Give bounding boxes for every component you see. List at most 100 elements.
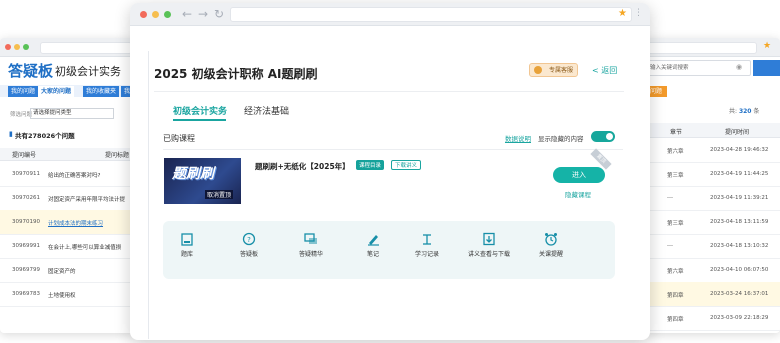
page-title: 2025 初级会计职称 AI题刷刷 bbox=[154, 67, 318, 81]
tab-my-questions[interactable]: 我的问题 bbox=[8, 86, 39, 97]
active-tab-underline bbox=[173, 119, 226, 121]
record-icon bbox=[423, 234, 431, 245]
divider bbox=[154, 91, 624, 92]
address-bar[interactable] bbox=[40, 42, 132, 54]
chat-icon bbox=[304, 233, 317, 244]
question-id: 30969799 bbox=[12, 267, 40, 273]
question-type-select[interactable]: 请选择提问类型 bbox=[30, 108, 114, 119]
tab-accounting-practice[interactable]: 初级会计实务 bbox=[173, 104, 227, 117]
time-cell: 2023-04-19 11:39:21 bbox=[710, 195, 769, 201]
brand-logo: 答疑板 bbox=[8, 62, 54, 80]
left-browser-bar bbox=[0, 38, 135, 57]
right-window: ★ 输入关键词搜索 ◉ 问题 共: 320 条 章节 提问时间 第六章 2023-… bbox=[645, 38, 780, 333]
chapter-cell: --- bbox=[667, 195, 673, 201]
address-bar[interactable] bbox=[230, 7, 632, 22]
camera-icon[interactable]: ◉ bbox=[736, 63, 742, 71]
table-row[interactable]: 30969783 土地使用权 bbox=[0, 282, 135, 307]
tab-favorites[interactable]: 我的收藏夹 bbox=[83, 86, 120, 97]
table-row[interactable]: 第四章 2023-03-09 22:18:29 bbox=[645, 306, 780, 331]
question-icon: ? bbox=[242, 232, 256, 246]
data-note-link[interactable]: 数据说明 bbox=[505, 133, 531, 143]
tool-chat[interactable]: 答疑精华 bbox=[281, 232, 341, 258]
time-cell: 2023-04-18 13:11:59 bbox=[710, 219, 769, 225]
course-title: 初级会计实务 bbox=[55, 65, 121, 78]
question-title[interactable]: 在会计上,哪些可以算业减值损 bbox=[48, 243, 121, 251]
chapter-cell: 第四章 bbox=[667, 293, 684, 299]
question-title[interactable]: 给出的正确答案对吗? bbox=[48, 171, 100, 179]
tool-book[interactable]: 题库 bbox=[157, 232, 217, 258]
time-cell: 2023-04-19 11:44:25 bbox=[710, 171, 769, 177]
time-cell: 2023-04-28 19:46:32 bbox=[710, 147, 769, 153]
table-row[interactable]: 30969799 固定资产的 bbox=[0, 258, 135, 283]
table-row[interactable]: 第四章 2023-03-24 16:37:01 bbox=[645, 282, 780, 307]
tool-pen[interactable]: 笔记 bbox=[343, 232, 403, 258]
tool-question[interactable]: ? 答疑板 bbox=[219, 232, 279, 258]
menu-dots-icon[interactable]: ⋮ bbox=[634, 8, 643, 18]
enter-course-button[interactable]: 进入 bbox=[553, 167, 605, 183]
alarm-icon bbox=[545, 233, 557, 246]
address-bar[interactable] bbox=[645, 42, 757, 54]
table-row[interactable]: 30970261 对固定资产采用年限平均法计提 bbox=[0, 186, 135, 211]
table-row[interactable]: --- 2023-04-19 11:39:21 bbox=[645, 186, 780, 211]
close-dot[interactable] bbox=[140, 11, 147, 18]
chapter-cell: --- bbox=[667, 243, 673, 249]
question-id: 30969783 bbox=[12, 291, 40, 297]
right-browser-bar: ★ bbox=[645, 38, 780, 57]
col-ask-time: 提问时间 bbox=[725, 129, 750, 136]
table-row[interactable]: 第六章 2023-04-10 06:07:50 bbox=[645, 258, 780, 283]
pen-icon bbox=[368, 235, 379, 246]
total-count: 共: 320 条 bbox=[729, 108, 760, 115]
question-title[interactable]: 土地使用权 bbox=[48, 291, 76, 299]
chapter-cell: 第四章 bbox=[667, 317, 684, 323]
bookmark-star-icon[interactable]: ★ bbox=[618, 8, 627, 19]
table-row[interactable]: 第三章 2023-04-18 13:11:59 bbox=[645, 210, 780, 235]
chapter-cell: 第六章 bbox=[667, 149, 684, 155]
tab-economic-law[interactable]: 经济法基础 bbox=[244, 104, 289, 117]
minimize-dot[interactable] bbox=[152, 11, 159, 18]
show-hidden-toggle[interactable] bbox=[591, 131, 615, 142]
table-row[interactable]: --- 2023-04-18 13:10:32 bbox=[645, 234, 780, 259]
back-link[interactable]: < 返回 bbox=[592, 65, 617, 76]
reload-icon[interactable]: ↻ bbox=[214, 7, 224, 21]
table-row[interactable]: 30969991 在会计上,哪些可以算业减值损 bbox=[0, 234, 135, 259]
close-dot[interactable] bbox=[5, 44, 11, 50]
tab-all-questions[interactable]: 大家的问题 bbox=[38, 86, 75, 97]
tool-label: 关课提醒 bbox=[538, 251, 563, 258]
chapter-cell: 第三章 bbox=[667, 221, 684, 227]
unpin-label[interactable]: 取消置顶 bbox=[205, 190, 234, 199]
question-title[interactable]: 固定资产的 bbox=[48, 267, 76, 275]
chart-bars-icon: ▮ bbox=[9, 130, 13, 138]
back-arrow-icon[interactable]: ← bbox=[182, 7, 192, 21]
tool-label: 题库 bbox=[180, 251, 193, 258]
tool-download[interactable]: 讲义查看与下载 bbox=[459, 232, 519, 258]
maximize-dot[interactable] bbox=[23, 44, 29, 50]
minimize-dot[interactable] bbox=[14, 44, 20, 50]
tool-alarm[interactable]: 关课提醒 bbox=[521, 232, 581, 258]
table-row[interactable]: 第三章 2023-04-19 11:44:25 bbox=[645, 162, 780, 187]
course-catalog-tag[interactable]: 课程目录 bbox=[356, 160, 385, 170]
table-row[interactable]: 30970911 给出的正确答案对吗? bbox=[0, 162, 135, 187]
tool-label: 笔记 bbox=[366, 251, 379, 258]
col-question-id: 提问编号 bbox=[12, 152, 37, 159]
question-title[interactable]: 对固定资产采用年限平均法计提 bbox=[48, 195, 125, 203]
search-button[interactable] bbox=[753, 60, 780, 76]
chapter-cell: 第三章 bbox=[667, 173, 684, 179]
filter-label: 筛选问题 bbox=[10, 112, 33, 118]
main-browser-bar: ← → ↻ ★ ⋮ bbox=[130, 3, 650, 26]
forward-arrow-icon[interactable]: → bbox=[198, 7, 208, 21]
hide-course-link[interactable]: 隐藏课程 bbox=[565, 189, 591, 199]
table-row[interactable]: 30970190 计划成本法的期末练习 bbox=[0, 210, 135, 235]
tool-record[interactable]: 学习记录 bbox=[397, 232, 457, 258]
svg-text:?: ? bbox=[247, 236, 251, 244]
bookmark-star-icon[interactable]: ★ bbox=[763, 41, 771, 51]
question-count: 共有278026个问题 bbox=[15, 132, 75, 140]
col-chapter: 章节 bbox=[670, 129, 683, 136]
table-row[interactable]: 第六章 2023-04-28 19:46:32 bbox=[645, 138, 780, 163]
download-notes-tag[interactable]: 下载讲义 bbox=[391, 160, 422, 170]
question-id: 30969991 bbox=[12, 243, 40, 249]
question-title[interactable]: 计划成本法的期末练习 bbox=[48, 219, 103, 227]
time-cell: 2023-04-18 13:10:32 bbox=[710, 243, 769, 249]
tool-label: 答疑精华 bbox=[298, 251, 323, 258]
main-window: ← → ↻ ★ ⋮ 2025 初级会计职称 AI题刷刷 专属客服 < 返回 初级… bbox=[130, 3, 650, 340]
maximize-dot[interactable] bbox=[164, 11, 171, 18]
